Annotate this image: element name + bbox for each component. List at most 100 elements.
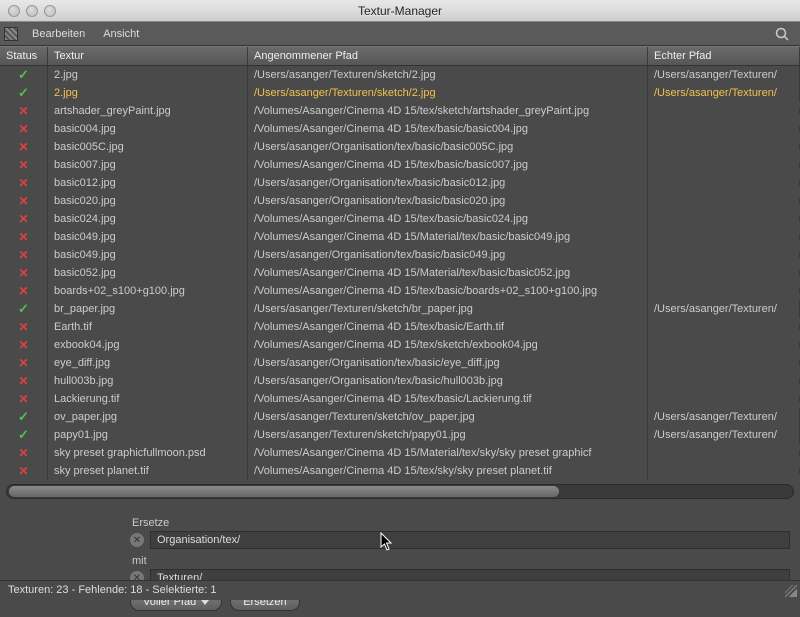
table-row[interactable]: ✓ov_paper.jpg/Users/asanger/Texturen/ske… [0, 408, 800, 426]
search-icon[interactable] [774, 26, 790, 42]
texture-table[interactable]: ✓2.jpg/Users/asanger/Texturen/sketch/2.j… [0, 66, 800, 480]
table-row[interactable]: ✕basic024.jpg/Volumes/Asanger/Cinema 4D … [0, 210, 800, 228]
texture-name-cell: 2.jpg [48, 84, 248, 102]
table-row[interactable]: ✕basic004.jpg/Volumes/Asanger/Cinema 4D … [0, 120, 800, 138]
panel-grip-icon[interactable] [4, 27, 18, 41]
texture-name-cell: ov_paper.jpg [48, 408, 248, 426]
column-header-assumed-path[interactable]: Angenommener Pfad [248, 47, 648, 65]
table-row[interactable]: ✓br_paper.jpg/Users/asanger/Texturen/ske… [0, 300, 800, 318]
table-row[interactable]: ✕basic005C.jpg/Users/asanger/Organisatio… [0, 138, 800, 156]
assumed-path-cell: /Users/asanger/Texturen/sketch/papy01.jp… [248, 426, 648, 444]
table-row[interactable]: ✕artshader_greyPaint.jpg/Volumes/Asanger… [0, 102, 800, 120]
real-path-cell: /Users/asanger/Texturen/ [648, 426, 800, 444]
assumed-path-cell: /Volumes/Asanger/Cinema 4D 15/Material/t… [248, 228, 648, 246]
status-missing-icon: ✕ [0, 245, 48, 265]
status-missing-icon: ✕ [0, 191, 48, 211]
table-row[interactable]: ✕basic012.jpg/Users/asanger/Organisation… [0, 174, 800, 192]
texture-name-cell: 2.jpg [48, 66, 248, 84]
texture-name-cell: basic005C.jpg [48, 138, 248, 156]
status-missing-icon: ✕ [0, 155, 48, 175]
status-missing-icon: ✕ [0, 137, 48, 157]
real-path-cell [648, 252, 800, 258]
real-path-cell: /Users/asanger/Texturen/ [648, 300, 800, 318]
assumed-path-cell: /Volumes/Asanger/Cinema 4D 15/tex/sketch… [248, 336, 648, 354]
table-row[interactable]: ✕exbook04.jpg/Volumes/Asanger/Cinema 4D … [0, 336, 800, 354]
status-missing-icon: ✕ [0, 443, 48, 463]
table-row[interactable]: ✕Lackierung.tif/Volumes/Asanger/Cinema 4… [0, 390, 800, 408]
assumed-path-cell: /Users/asanger/Texturen/sketch/2.jpg [248, 84, 648, 102]
table-row[interactable]: ✕sky preset planet.tif/Volumes/Asanger/C… [0, 462, 800, 480]
table-row[interactable]: ✕Earth.tif/Volumes/Asanger/Cinema 4D 15/… [0, 318, 800, 336]
real-path-cell [648, 450, 800, 456]
with-label: mit [132, 555, 790, 567]
table-row[interactable]: ✕basic049.jpg/Users/asanger/Organisation… [0, 246, 800, 264]
assumed-path-cell: /Users/asanger/Texturen/sketch/br_paper.… [248, 300, 648, 318]
horizontal-scrollbar[interactable] [6, 484, 794, 499]
assumed-path-cell: /Volumes/Asanger/Cinema 4D 15/tex/basic/… [248, 282, 648, 300]
status-missing-icon: ✕ [0, 353, 48, 373]
menu-view[interactable]: Ansicht [95, 25, 147, 43]
status-missing-icon: ✕ [0, 263, 48, 283]
assumed-path-cell: /Users/asanger/Organisation/tex/basic/ba… [248, 174, 648, 192]
real-path-cell [648, 144, 800, 150]
assumed-path-cell: /Users/asanger/Organisation/tex/basic/ba… [248, 246, 648, 264]
real-path-cell: /Users/asanger/Texturen/ [648, 66, 800, 84]
assumed-path-cell: /Users/asanger/Texturen/sketch/2.jpg [248, 66, 648, 84]
column-header-texture[interactable]: Textur [48, 47, 248, 65]
status-missing-icon: ✕ [0, 371, 48, 391]
real-path-cell [648, 360, 800, 366]
texture-name-cell: basic012.jpg [48, 174, 248, 192]
assumed-path-cell: /Volumes/Asanger/Cinema 4D 15/tex/basic/… [248, 120, 648, 138]
real-path-cell [648, 126, 800, 132]
texture-name-cell: sky preset planet.tif [48, 462, 248, 480]
table-row[interactable]: ✕basic049.jpg/Volumes/Asanger/Cinema 4D … [0, 228, 800, 246]
assumed-path-cell: /Volumes/Asanger/Cinema 4D 15/tex/sketch… [248, 102, 648, 120]
texture-name-cell: basic052.jpg [48, 264, 248, 282]
texture-name-cell: papy01.jpg [48, 426, 248, 444]
table-row[interactable]: ✕hull003b.jpg/Users/asanger/Organisation… [0, 372, 800, 390]
texture-name-cell: eye_diff.jpg [48, 354, 248, 372]
texture-name-cell: hull003b.jpg [48, 372, 248, 390]
window-title: Textur-Manager [0, 4, 800, 18]
status-missing-icon: ✕ [0, 173, 48, 193]
scrollbar-thumb[interactable] [9, 486, 559, 497]
status-missing-icon: ✕ [0, 209, 48, 229]
table-row[interactable]: ✓papy01.jpg/Users/asanger/Texturen/sketc… [0, 426, 800, 444]
real-path-cell [648, 324, 800, 330]
statusbar: Texturen: 23 - Fehlende: 18 - Selektiert… [0, 580, 800, 600]
menu-edit[interactable]: Bearbeiten [24, 25, 93, 43]
real-path-cell [648, 378, 800, 384]
chevron-down-icon [201, 600, 209, 605]
real-path-cell [648, 198, 800, 204]
clear-replace-icon[interactable]: ✕ [130, 533, 144, 547]
texture-name-cell: basic007.jpg [48, 156, 248, 174]
replace-label: Ersetze [132, 517, 790, 529]
texture-name-cell: basic024.jpg [48, 210, 248, 228]
assumed-path-cell: /Volumes/Asanger/Cinema 4D 15/tex/basic/… [248, 210, 648, 228]
table-row[interactable]: ✕basic020.jpg/Users/asanger/Organisation… [0, 192, 800, 210]
texture-name-cell: basic049.jpg [48, 228, 248, 246]
real-path-cell [648, 396, 800, 402]
table-row[interactable]: ✕eye_diff.jpg/Users/asanger/Organisation… [0, 354, 800, 372]
table-row[interactable]: ✕sky preset graphicfullmoon.psd/Volumes/… [0, 444, 800, 462]
status-missing-icon: ✕ [0, 335, 48, 355]
status-missing-icon: ✕ [0, 461, 48, 480]
resize-grip-icon[interactable] [785, 585, 797, 597]
table-row[interactable]: ✕boards+02_s100+g100.jpg/Volumes/Asanger… [0, 282, 800, 300]
column-header-status[interactable]: Status [0, 47, 48, 65]
column-header-real-path[interactable]: Echter Pfad [648, 47, 800, 65]
table-header[interactable]: Status Textur Angenommener Pfad Echter P… [0, 46, 800, 66]
replace-input[interactable] [150, 531, 790, 549]
table-row[interactable]: ✓2.jpg/Users/asanger/Texturen/sketch/2.j… [0, 84, 800, 102]
table-row[interactable]: ✕basic052.jpg/Volumes/Asanger/Cinema 4D … [0, 264, 800, 282]
assumed-path-cell: /Volumes/Asanger/Cinema 4D 15/Material/t… [248, 444, 648, 462]
real-path-cell [648, 180, 800, 186]
table-row[interactable]: ✕basic007.jpg/Volumes/Asanger/Cinema 4D … [0, 156, 800, 174]
assumed-path-cell: /Users/asanger/Organisation/tex/basic/hu… [248, 372, 648, 390]
texture-name-cell: exbook04.jpg [48, 336, 248, 354]
status-missing-icon: ✕ [0, 101, 48, 121]
real-path-cell [648, 234, 800, 240]
assumed-path-cell: /Volumes/Asanger/Cinema 4D 15/tex/sky/sk… [248, 462, 648, 480]
assumed-path-cell: /Volumes/Asanger/Cinema 4D 15/tex/basic/… [248, 318, 648, 336]
table-row[interactable]: ✓2.jpg/Users/asanger/Texturen/sketch/2.j… [0, 66, 800, 84]
